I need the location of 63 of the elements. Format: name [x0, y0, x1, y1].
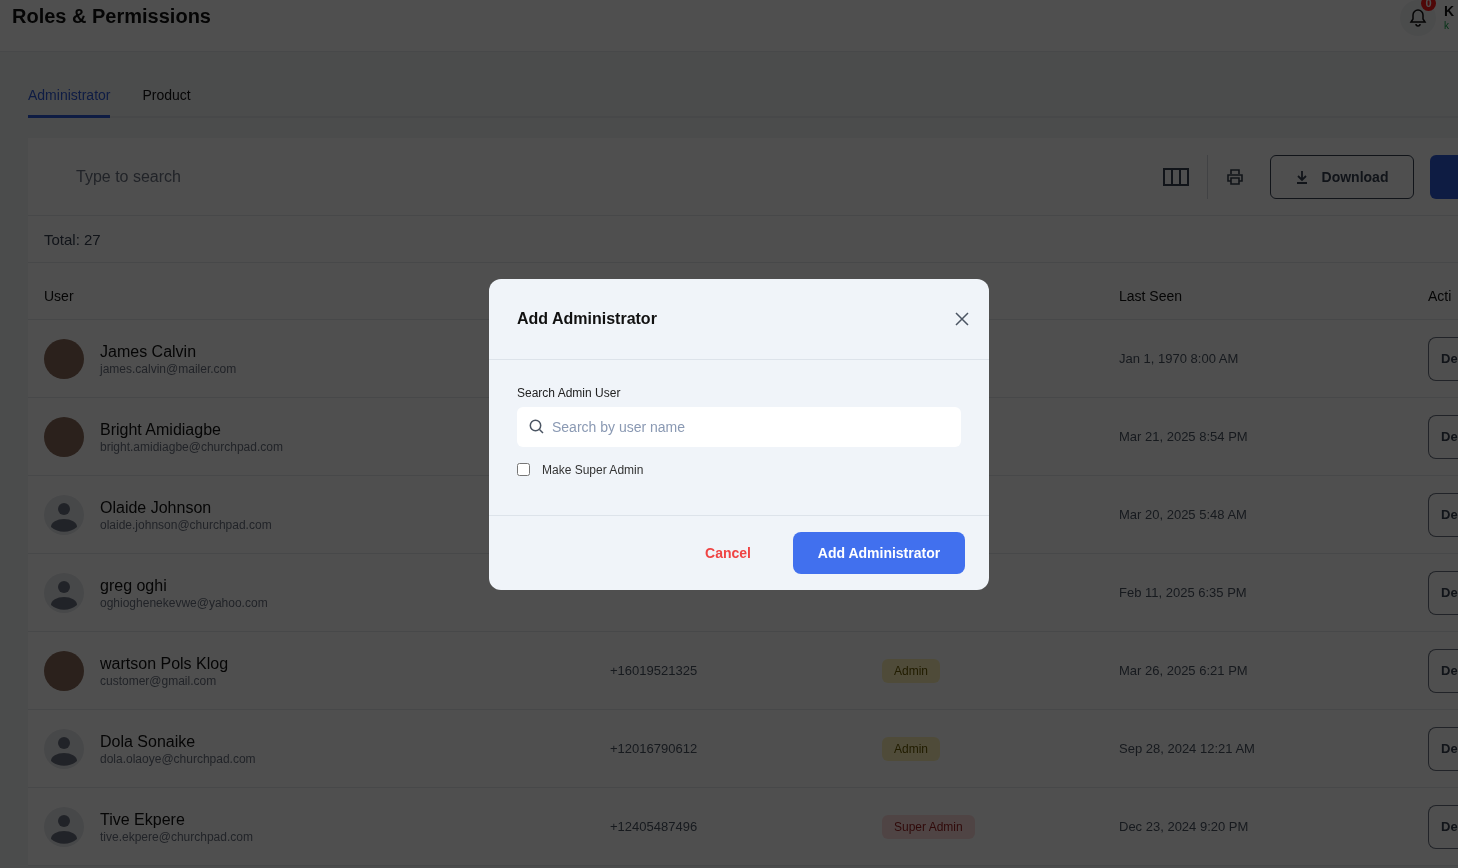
column-header: Last Seen — [1119, 288, 1184, 304]
user-name: K — [1444, 1, 1456, 20]
notification-count: 0 — [1421, 0, 1436, 11]
user-name: greg oghi — [100, 575, 168, 596]
download-icon — [1295, 169, 1308, 184]
phone-number: +12016790612 — [610, 741, 699, 756]
phone-number: +12405487496 — [610, 819, 699, 834]
user-name: Tive Ekpere — [100, 809, 186, 830]
columns-button[interactable] — [1163, 166, 1189, 187]
user-subtitle: k — [1444, 19, 1450, 32]
column-header: User — [44, 288, 75, 304]
avatar-silhouette-icon — [44, 728, 84, 769]
add-administrator-button[interactable]: Add Administrator — [793, 531, 965, 574]
search-icon — [529, 418, 544, 434]
last-seen: Jan 1, 1970 8:00 AM — [1119, 351, 1240, 366]
columns-icon — [1163, 166, 1189, 187]
last-seen: Feb 11, 2025 6:35 PM — [1119, 585, 1248, 600]
close-icon — [955, 311, 969, 326]
super-admin-checkbox[interactable] — [517, 463, 530, 476]
last-seen: Sep 28, 2024 12:21 AM — [1119, 741, 1256, 756]
avatar-silhouette-icon — [44, 572, 84, 613]
action-button[interactable]: De — [1428, 570, 1458, 615]
cancel-button[interactable]: Cancel — [699, 543, 757, 562]
avatar-silhouette-icon — [44, 494, 84, 535]
user-name: Dola Sonaike — [100, 731, 197, 752]
action-button[interactable]: De — [1428, 648, 1458, 693]
tab[interactable]: Product — [142, 87, 191, 118]
column-header: Acti — [1428, 288, 1453, 304]
action-button[interactable]: De — [1428, 492, 1458, 537]
role-tag: Admin — [882, 736, 940, 761]
download-button[interactable]: Download — [1270, 154, 1414, 199]
last-seen: Mar 21, 2025 8:54 PM — [1119, 429, 1249, 444]
total-count: Total: 27 — [28, 216, 1458, 263]
last-seen: Mar 26, 2025 6:21 PM — [1119, 663, 1249, 678]
avatar-photo — [44, 338, 84, 379]
page-title: Roles & Permissions — [12, 5, 212, 28]
add-button[interactable] — [1430, 154, 1458, 199]
action-button[interactable]: De — [1428, 726, 1458, 771]
action-button[interactable]: De — [1428, 414, 1458, 459]
checkbox-label: Make Super Admin — [542, 462, 644, 477]
user-name: Olaide Johnson — [100, 497, 213, 518]
user-name: wartson Pols Klog — [100, 653, 229, 674]
avatar-photo — [44, 416, 84, 457]
role-tag: Super Admin — [882, 814, 975, 839]
role-tag: Admin — [882, 658, 940, 683]
avatar-photo — [44, 650, 84, 691]
printer-icon — [1226, 167, 1244, 186]
last-seen: Dec 23, 2024 9:20 PM — [1119, 819, 1250, 834]
close-button[interactable] — [955, 311, 969, 326]
action-button[interactable]: De — [1428, 336, 1458, 381]
bell-icon — [1408, 7, 1428, 28]
action-button[interactable]: De — [1428, 804, 1458, 849]
dialog-title: Add Administrator — [517, 309, 657, 328]
notification-button[interactable]: 0 — [1400, 0, 1436, 36]
print-button[interactable] — [1226, 167, 1244, 186]
last-seen: Mar 20, 2025 5:48 AM — [1119, 507, 1248, 522]
phone-number: +16019521325 — [610, 663, 699, 678]
avatar-silhouette-icon — [44, 806, 84, 847]
tab[interactable]: Administrator — [28, 87, 111, 118]
user-search-field[interactable]: Search by user name — [517, 406, 961, 447]
user-name: James Calvin — [100, 341, 198, 362]
user-name: Bright Amidiagbe — [100, 419, 222, 440]
field-label: Search Admin User — [517, 385, 622, 400]
